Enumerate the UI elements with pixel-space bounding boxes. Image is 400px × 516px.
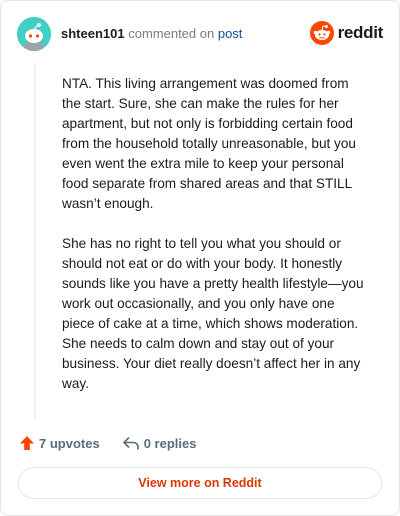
comment-body: NTA. This living arrangement was doomed … — [62, 74, 368, 414]
reddit-logo-icon — [309, 21, 334, 45]
comment-header: shteen101 commented on post reddit — [17, 17, 383, 51]
snoo-avatar-icon[interactable] — [17, 17, 51, 51]
reply-button[interactable]: 0 replies — [122, 435, 197, 451]
upvote-button[interactable]: 7 upvotes — [19, 435, 100, 451]
username-link[interactable]: shteen101 — [61, 26, 125, 41]
reddit-logo[interactable]: reddit — [309, 21, 384, 45]
comment-byline: shteen101 commented on post — [61, 26, 242, 42]
view-more-button[interactable]: View more on Reddit — [18, 467, 382, 499]
comment-paragraph: NTA. This living arrangement was doomed … — [62, 76, 356, 211]
reply-arrow-icon — [122, 437, 139, 450]
thread-line — [34, 63, 36, 419]
upvote-arrow-icon — [20, 436, 34, 450]
upvote-count: 7 upvotes — [39, 435, 100, 451]
commented-label: commented on — [128, 26, 215, 41]
comment-embed-card: shteen101 commented on post reddit NTA. … — [0, 0, 400, 516]
comment-actions: 7 upvotes 0 replies — [19, 433, 218, 453]
reply-count: 0 replies — [143, 435, 197, 451]
post-link[interactable]: post — [218, 26, 243, 41]
comment-paragraph: She has no right to tell you what you sh… — [62, 236, 364, 391]
reddit-wordmark: reddit — [337, 23, 384, 42]
